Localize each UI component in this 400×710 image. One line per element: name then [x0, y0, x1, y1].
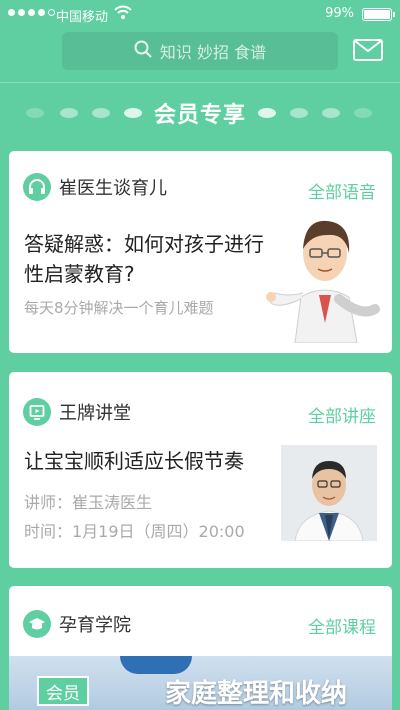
- battery-icon: [362, 8, 395, 21]
- lamp-decoration: [120, 656, 192, 674]
- leaf-decoration-icon: [290, 108, 308, 118]
- header-divider: [0, 82, 400, 83]
- lecturer-photo: [281, 445, 377, 541]
- graduation-cap-icon: [23, 610, 51, 638]
- question-subtitle: 每天8分钟解决一个育儿难题: [24, 299, 214, 317]
- card-title: 崔医生谈育儿: [59, 178, 167, 199]
- signal-icon: [8, 9, 55, 16]
- search-placeholder: 知识 妙招 食谱: [159, 43, 267, 62]
- card-title: 王牌讲堂: [59, 403, 131, 424]
- doctor-illustration: [265, 213, 381, 347]
- battery-fill: [364, 10, 390, 19]
- leaf-decoration-icon: [322, 108, 340, 118]
- lecture-teacher: 讲师：崔玉涛医生: [24, 493, 153, 512]
- lecture-card[interactable]: 王牌讲堂 全部讲座 让宝宝顺利适应长假节奏 讲师：崔玉涛医生 时间：1月19日（…: [9, 372, 392, 568]
- status-bar: 中国移动 99%: [0, 0, 400, 28]
- card-header: 王牌讲堂: [23, 398, 131, 426]
- course-title: 家庭整理和收纳: [165, 679, 348, 709]
- headphones-icon: [23, 173, 51, 201]
- all-lectures-link[interactable]: 全部讲座: [308, 402, 376, 427]
- academy-card[interactable]: 孕育学院 全部课程 会员 家庭整理和收纳: [9, 586, 392, 710]
- carrier-name: 中国移动: [56, 10, 109, 25]
- all-courses-link[interactable]: 全部课程: [308, 613, 376, 638]
- card-header: 孕育学院: [23, 610, 131, 638]
- card-header: 崔医生谈育儿: [23, 173, 167, 201]
- battery-percent: 99%: [325, 6, 354, 21]
- course-banner-image[interactable]: 会员 家庭整理和收纳: [9, 656, 392, 710]
- leaf-decoration-icon: [354, 108, 372, 118]
- question-title[interactable]: 答疑解惑：如何对孩子进行性启蒙教育?: [24, 229, 269, 289]
- parenting-audio-card[interactable]: 崔医生谈育儿 全部语音 答疑解惑：如何对孩子进行性启蒙教育? 每天8分钟解决一个…: [9, 151, 392, 353]
- lecture-title[interactable]: 让宝宝顺利适应长假节奏: [24, 445, 244, 474]
- member-badge: 会员: [37, 676, 89, 706]
- mail-icon[interactable]: [353, 39, 383, 65]
- card-title: 孕育学院: [59, 615, 131, 636]
- search-input[interactable]: 知识 妙招 食谱: [62, 32, 338, 70]
- member-title: 会员专享: [153, 103, 246, 128]
- wifi-icon: [114, 5, 132, 23]
- leaf-decoration-icon: [258, 108, 276, 118]
- lecture-time: 时间：1月19日（周四）20:00: [24, 522, 245, 541]
- video-board-icon: [23, 398, 51, 426]
- all-audio-link[interactable]: 全部语音: [308, 178, 376, 203]
- search-icon: [134, 40, 152, 62]
